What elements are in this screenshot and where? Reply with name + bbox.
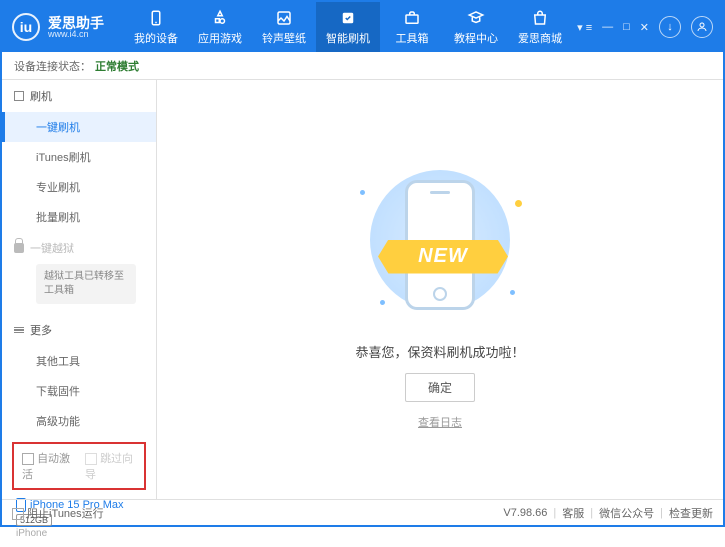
logo-icon: iu (12, 13, 40, 41)
square-icon (14, 91, 24, 101)
minimize-button[interactable]: — (602, 21, 613, 33)
download-button[interactable]: ↓ (659, 16, 681, 38)
tutorial-icon (467, 9, 485, 27)
menu-icon (14, 327, 24, 334)
jailbreak-note: 越狱工具已转移至工具箱 (36, 264, 136, 304)
update-link[interactable]: 检查更新 (669, 505, 713, 521)
auto-activate-checkbox[interactable]: 自动激活 (22, 450, 73, 482)
status-mode: 正常模式 (95, 58, 139, 74)
device-type: iPhone (16, 528, 142, 539)
status-bar: 设备连接状态： 正常模式 (2, 52, 723, 80)
nav-my-device[interactable]: 我的设备 (124, 2, 188, 52)
sidebar-item-batch[interactable]: 批量刷机 (2, 202, 156, 232)
apps-icon (211, 9, 229, 27)
version-label: V7.98.66 (503, 507, 547, 519)
status-label: 设备连接状态： (14, 58, 91, 74)
lock-icon (14, 243, 24, 253)
ok-button[interactable]: 确定 (405, 373, 475, 402)
sidebar-item-oneclick[interactable]: 一键刷机 (2, 112, 156, 142)
flash-icon (339, 9, 357, 27)
sidebar-item-othertools[interactable]: 其他工具 (2, 346, 156, 376)
sidebar-section-jailbreak: 一键越狱 (2, 232, 156, 264)
highlighted-options: 自动激活 跳过向导 (12, 442, 146, 490)
device-icon (147, 9, 165, 27)
nav-apps[interactable]: 应用游戏 (188, 2, 252, 52)
wallpaper-icon (275, 9, 293, 27)
nav-ringtones[interactable]: 铃声壁纸 (252, 2, 316, 52)
footer: 阻止iTunes运行 V7.98.66 | 客服 | 微信公众号 | 检查更新 (2, 499, 723, 525)
wechat-link[interactable]: 微信公众号 (599, 505, 654, 521)
nav-tutorials[interactable]: 教程中心 (444, 2, 508, 52)
support-link[interactable]: 客服 (562, 505, 584, 521)
main-content: NEW 恭喜您，保资料刷机成功啦！ 确定 查看日志 (157, 80, 723, 499)
sidebar: 刷机 一键刷机 iTunes刷机 专业刷机 批量刷机 一键越狱 越狱工具已转移至… (2, 80, 157, 499)
skip-wizard-checkbox[interactable]: 跳过向导 (85, 450, 136, 482)
success-illustration: NEW (340, 150, 540, 330)
close-button[interactable]: ✕ (640, 21, 649, 34)
menu-icon[interactable]: ▾ ≡ (577, 21, 592, 34)
nav-toolbox[interactable]: 工具箱 (380, 2, 444, 52)
sidebar-item-itunes[interactable]: iTunes刷机 (2, 142, 156, 172)
store-icon (531, 9, 549, 27)
new-ribbon: NEW (378, 240, 508, 274)
main-nav: 我的设备 应用游戏 铃声壁纸 智能刷机 工具箱 教程中心 爱思商城 (124, 2, 577, 52)
success-message: 恭喜您，保资料刷机成功啦！ (355, 342, 524, 361)
logo[interactable]: iu 爱思助手 www.i4.cn (12, 13, 104, 41)
nav-store[interactable]: 爱思商城 (508, 2, 572, 52)
maximize-button[interactable]: □ (623, 21, 630, 33)
account-button[interactable] (691, 16, 713, 38)
sidebar-section-flash[interactable]: 刷机 (2, 80, 156, 112)
titlebar: iu 爱思助手 www.i4.cn 我的设备 应用游戏 铃声壁纸 智能刷机 工具… (2, 2, 723, 52)
view-log-link[interactable]: 查看日志 (418, 414, 462, 430)
sidebar-section-more[interactable]: 更多 (2, 314, 156, 346)
sidebar-item-pro[interactable]: 专业刷机 (2, 172, 156, 202)
nav-flash[interactable]: 智能刷机 (316, 2, 380, 52)
app-url: www.i4.cn (48, 30, 104, 39)
toolbox-icon (403, 9, 421, 27)
block-itunes-checkbox[interactable]: 阻止iTunes运行 (12, 505, 104, 521)
app-title: 爱思助手 (48, 16, 104, 30)
sidebar-item-download[interactable]: 下载固件 (2, 376, 156, 406)
sidebar-item-advanced[interactable]: 高级功能 (2, 406, 156, 436)
window-controls: ▾ ≡ — □ ✕ ↓ (577, 16, 713, 38)
